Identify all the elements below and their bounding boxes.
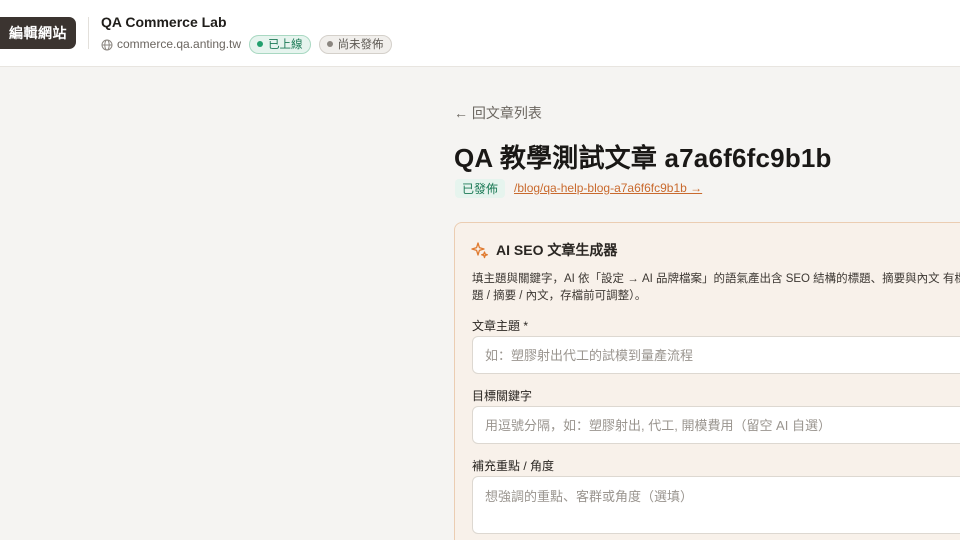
topic-label: 文章主題 * [472, 319, 529, 333]
header-divider [88, 17, 89, 49]
article-status-row: 已發佈 /blog/qa-help-blog-a7a6f6fc9b1b → [455, 178, 702, 198]
status-badge-unpublished: 尚未發佈 [318, 34, 392, 54]
keywords-label: 目標關鍵字 [472, 389, 533, 403]
site-name: QA Commerce Lab [101, 14, 227, 30]
topic-input[interactable] [472, 336, 960, 374]
ai-seo-generator-card: AI SEO 文章生成器 填主題與關鍵字，AI 依「設定 → AI 品牌檔案」的… [454, 222, 960, 540]
sparkle-icon [471, 241, 489, 259]
globe-icon [101, 38, 113, 51]
status-online-label: 已上線 [268, 39, 303, 51]
card-title: AI SEO 文章生成器 [496, 242, 618, 258]
notes-label: 補充重點 / 角度 [472, 459, 555, 473]
edit-site-button[interactable]: 編輯網站 [0, 17, 76, 49]
keywords-input[interactable] [472, 406, 960, 444]
site-domain: commerce.qa.anting.tw [117, 37, 242, 51]
site-meta: commerce.qa.anting.tw 已上線 尚未發佈 [101, 34, 392, 54]
status-dot-icon [257, 41, 264, 47]
card-header: AI SEO 文章生成器 [471, 240, 617, 260]
status-dot-icon [326, 41, 333, 47]
article-slug-link[interactable]: /blog/qa-help-blog-a7a6f6fc9b1b → [514, 181, 702, 195]
page-title: QA 教學測試文章 a7a6f6fc9b1b [454, 143, 832, 173]
notes-textarea[interactable] [472, 476, 960, 534]
card-description: 填主題與關鍵字，AI 依「設定 → AI 品牌檔案」的語氣產出含 SEO 結構的… [472, 273, 960, 302]
back-to-list-link[interactable]: ← 回文章列表 [454, 103, 542, 123]
top-bar: 編輯網站 QA Commerce Lab commerce.qa.anting.… [0, 0, 960, 67]
published-badge: 已發佈 [455, 178, 506, 198]
status-badge-online: 已上線 [249, 34, 311, 54]
status-unpublished-label: 尚未發佈 [337, 39, 384, 51]
